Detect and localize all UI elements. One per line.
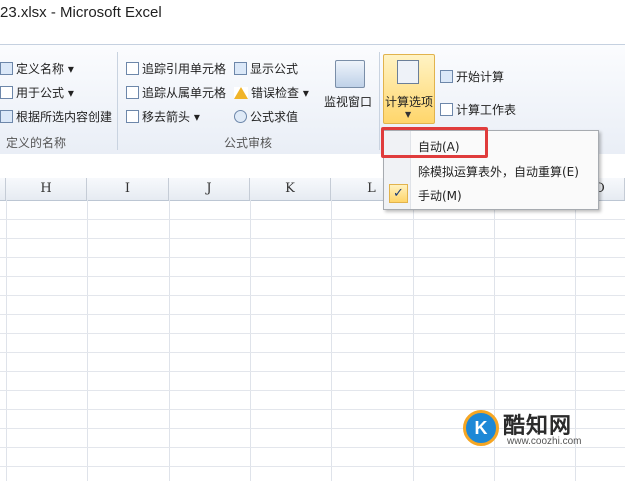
window-title: 23.xlsx - Microsoft Excel	[0, 4, 162, 21]
evaluate-formula-label: 公式求值	[250, 110, 299, 124]
evaluate-formula-icon	[234, 110, 247, 123]
defined-names-group-label: 定义的名称	[6, 136, 67, 150]
highlight-annotation	[381, 127, 488, 158]
calculate-sheet-icon	[440, 103, 453, 116]
grid-line	[250, 200, 251, 481]
column-header-j[interactable]: J	[169, 178, 250, 200]
trace-precedents-button[interactable]: 追踪引用单元格	[126, 60, 226, 77]
calculate-now-label: 开始计算	[456, 70, 505, 84]
column-header-i[interactable]: I	[87, 178, 169, 200]
calculate-now-button[interactable]: 开始计算	[440, 68, 504, 85]
grid-line	[0, 219, 625, 220]
define-name-icon	[0, 62, 13, 75]
define-name-button[interactable]: 定义名称 ▾	[0, 60, 74, 77]
show-formulas-label: 显示公式	[250, 62, 299, 76]
use-in-formula-icon	[0, 86, 13, 99]
use-in-formula-label: 用于公式 ▾	[16, 86, 74, 100]
menu-item-automatic-except-tables[interactable]: 除模拟运算表外，自动重算(E)	[418, 163, 579, 180]
grid-line	[0, 238, 625, 239]
grid-line	[169, 200, 170, 481]
menu-item-manual[interactable]: 手动(M)	[418, 187, 462, 204]
warning-icon	[234, 86, 248, 99]
define-name-label: 定义名称 ▾	[16, 62, 74, 76]
column-header-h[interactable]: H	[6, 178, 87, 200]
create-from-selection-button[interactable]: 根据所选内容创建	[0, 108, 112, 125]
calculator-icon	[397, 60, 419, 84]
grid-line	[0, 314, 625, 315]
grid-line	[0, 466, 625, 467]
grid-line	[413, 200, 414, 481]
chevron-down-icon: ▼	[405, 110, 412, 119]
watch-window-label: 监视窗口	[324, 95, 373, 109]
grid-line	[0, 371, 625, 372]
trace-precedents-label: 追踪引用单元格	[142, 62, 227, 76]
calculate-sheet-button[interactable]: 计算工作表	[440, 101, 516, 118]
grid-line	[6, 200, 7, 481]
remove-arrows-icon	[126, 110, 139, 123]
grid-line	[331, 200, 332, 481]
trace-precedents-icon	[126, 62, 139, 75]
grid-line	[87, 200, 88, 481]
grid-line	[0, 257, 625, 258]
evaluate-formula-button[interactable]: 公式求值	[234, 108, 298, 125]
remove-arrows-button[interactable]: 移去箭头 ▾	[126, 108, 200, 125]
group-separator	[117, 52, 118, 150]
grid-line	[0, 390, 625, 391]
trace-dependents-button[interactable]: 追踪从属单元格	[126, 84, 226, 101]
error-checking-label: 错误检查 ▾	[251, 86, 309, 100]
grid-line	[0, 276, 625, 277]
column-header-k[interactable]: K	[250, 178, 331, 200]
remove-arrows-label: 移去箭头 ▾	[142, 110, 200, 124]
calculation-options-label: 计算选项	[385, 95, 434, 109]
trace-dependents-label: 追踪从属单元格	[142, 86, 227, 100]
show-formulas-icon	[234, 62, 247, 75]
group-separator	[379, 52, 380, 150]
show-formulas-button[interactable]: 显示公式	[234, 60, 298, 77]
calculate-now-icon	[440, 70, 453, 83]
watch-window-icon	[335, 60, 365, 88]
watermark-url: www.coozhi.com	[507, 436, 582, 447]
watermark-logo: K	[463, 410, 499, 446]
grid-line	[0, 295, 625, 296]
grid-line	[0, 447, 625, 448]
grid-line	[0, 352, 625, 353]
create-from-selection-icon	[0, 110, 13, 123]
trace-dependents-icon	[126, 86, 139, 99]
title-bar: 23.xlsx - Microsoft Excel	[0, 0, 625, 28]
formula-auditing-group-label: 公式审核	[224, 136, 273, 150]
use-in-formula-button[interactable]: 用于公式 ▾	[0, 84, 74, 101]
grid-line	[0, 333, 625, 334]
create-from-selection-label: 根据所选内容创建	[16, 110, 113, 124]
checkmark-icon: ✓	[389, 184, 408, 203]
calculate-sheet-label: 计算工作表	[456, 103, 517, 117]
error-checking-button[interactable]: 错误检查 ▾	[234, 84, 309, 101]
